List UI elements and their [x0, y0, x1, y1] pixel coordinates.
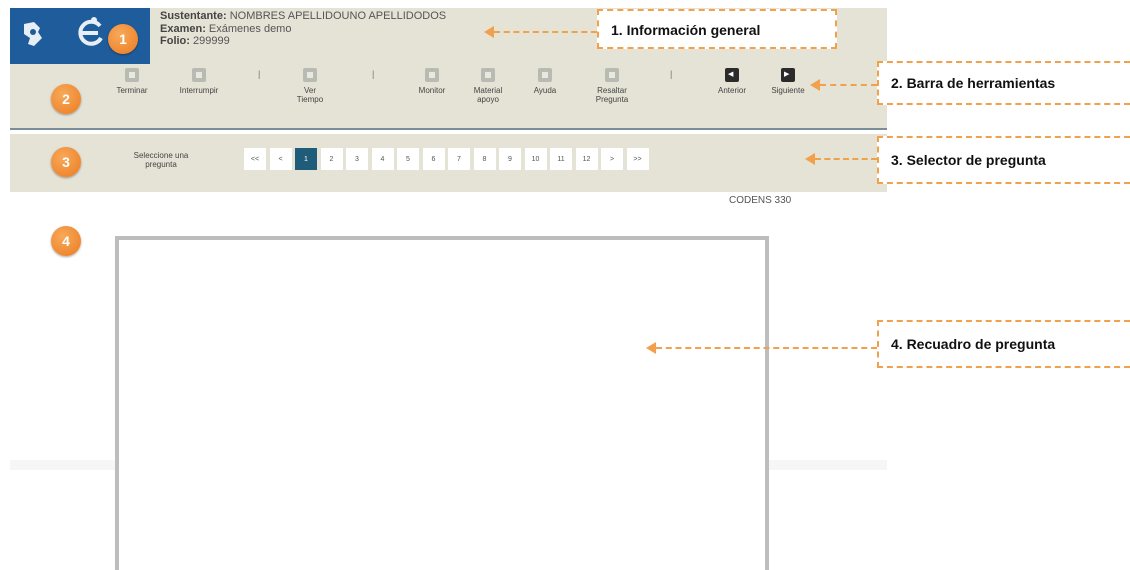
badge-4: 4: [51, 226, 81, 256]
selector-label-line-2: pregunta: [145, 160, 177, 169]
arrowhead-1: [484, 26, 494, 38]
ayuda-label: Ayuda: [533, 86, 557, 95]
page-button-9[interactable]: 9: [499, 148, 521, 170]
badge-2: 2: [51, 84, 81, 114]
material-label-2: apoyo: [477, 95, 499, 104]
terminar-label: Terminar: [116, 86, 148, 95]
siguiente-label: Siguiente: [771, 86, 805, 95]
callout-barra-herramientas-text: 2. Barra de herramientas: [891, 75, 1056, 91]
callout-informacion-general-text: 1. Información general: [611, 22, 761, 38]
arrowhead-3: [805, 153, 815, 165]
page-first-button[interactable]: <<: [244, 148, 266, 170]
page-button-4[interactable]: 4: [371, 148, 394, 170]
toolbar-separator: |: [670, 69, 673, 79]
monitor-label: Monitor: [418, 86, 446, 95]
folio-value: 299999: [193, 35, 230, 47]
help-icon: [538, 68, 552, 82]
arrowhead-4: [646, 342, 656, 354]
page-last-button[interactable]: >>: [626, 148, 649, 170]
callout-selector-pregunta: 3. Selector de pregunta: [877, 136, 1130, 184]
arrow-2: [820, 84, 877, 86]
clock-icon: [303, 68, 317, 82]
arrow-3: [815, 158, 877, 160]
next-icon: ▶: [781, 68, 795, 82]
anterior-label: Anterior: [717, 86, 746, 95]
material-label-1: Material: [473, 86, 503, 95]
document-icon: [481, 68, 495, 82]
monitor-icon: [425, 68, 439, 82]
page-button-11[interactable]: 11: [550, 148, 572, 170]
examen-label: Examen:: [160, 22, 206, 35]
pause-icon: [192, 68, 206, 82]
selector-label: Seleccione una pregunta: [118, 151, 204, 169]
ver-tiempo-label-1: Ver: [303, 86, 316, 95]
ver-tiempo-button[interactable]: Ver Tiempo: [295, 68, 325, 104]
page-prev-button[interactable]: <: [269, 148, 292, 170]
arrowhead-2: [810, 79, 820, 91]
examen-value: Exámenes demo: [208, 22, 292, 35]
ver-tiempo-label-2: Tiempo: [296, 95, 324, 104]
toolbar-divider: [10, 128, 887, 130]
toolbar: Terminar Interrumpir | Ver Tiempo | Moni…: [10, 64, 887, 128]
page-button-2[interactable]: 2: [320, 148, 343, 170]
page-button-12[interactable]: 12: [575, 148, 598, 170]
terminar-button[interactable]: Terminar: [114, 68, 150, 95]
stop-icon: [125, 68, 139, 82]
resaltar-pregunta-button[interactable]: Resaltar Pregunta: [590, 68, 634, 104]
previous-icon: ◀: [725, 68, 739, 82]
selector-label-line-1: Seleccione una: [133, 151, 189, 160]
interrumpir-label: Interrumpir: [179, 86, 219, 95]
sustentante-value: NOMBRES APELLIDOUNO APELLIDODOS: [229, 10, 447, 22]
candidate-info: Sustentante: NOMBRES APELLIDOUNO APELLID…: [160, 10, 446, 48]
siguiente-button[interactable]: ▶ Siguiente: [768, 68, 808, 95]
callout-informacion-general: 1. Información general: [597, 9, 837, 49]
ceneval-logo-icon: [24, 22, 42, 46]
badge-3: 3: [51, 147, 81, 177]
toolbar-separator: |: [372, 69, 375, 79]
callout-selector-pregunta-text: 3. Selector de pregunta: [891, 152, 1046, 168]
interrumpir-button[interactable]: Interrumpir: [174, 68, 224, 95]
resaltar-label-1: Resaltar: [597, 86, 627, 95]
page-next-button[interactable]: >: [601, 148, 623, 170]
folio-label: Folio:: [160, 35, 190, 47]
toolbar-separator: |: [258, 69, 261, 79]
resaltar-label-2: Pregunta: [595, 95, 629, 104]
arrow-1: [494, 31, 597, 33]
page-button-3[interactable]: 3: [346, 148, 368, 170]
page-button-7[interactable]: 7: [448, 148, 470, 170]
page-button-1[interactable]: 1: [295, 148, 317, 170]
page-button-5[interactable]: 5: [397, 148, 419, 170]
page-button-6[interactable]: 6: [422, 148, 445, 170]
callout-recuadro-pregunta-text: 4. Recuadro de pregunta: [891, 336, 1056, 352]
ayuda-button[interactable]: Ayuda: [530, 68, 560, 95]
question-pager: << < 1 2 3 4 5 6 7 8 9 10 11 12 > >>: [244, 148, 652, 170]
material-apoyo-button[interactable]: Material apoyo: [470, 68, 506, 104]
highlight-icon: [605, 68, 619, 82]
anterior-button[interactable]: ◀ Anterior: [712, 68, 752, 95]
page-button-10[interactable]: 10: [524, 148, 547, 170]
arrow-4: [656, 347, 877, 349]
badge-1: 1: [108, 24, 138, 54]
callout-barra-herramientas: 2. Barra de herramientas: [877, 61, 1130, 105]
callout-recuadro-pregunta: 4. Recuadro de pregunta: [877, 320, 1130, 368]
question-box: [115, 236, 769, 570]
page-button-8[interactable]: 8: [473, 148, 496, 170]
examen-en-linea-logo-icon: [78, 17, 103, 46]
codens-label: CODENS 330: [729, 195, 792, 206]
question-selector: Seleccione una pregunta << < 1 2 3 4 5 6…: [10, 134, 887, 192]
monitor-button[interactable]: Monitor: [414, 68, 450, 95]
sustentante-label: Sustentante:: [160, 10, 227, 22]
